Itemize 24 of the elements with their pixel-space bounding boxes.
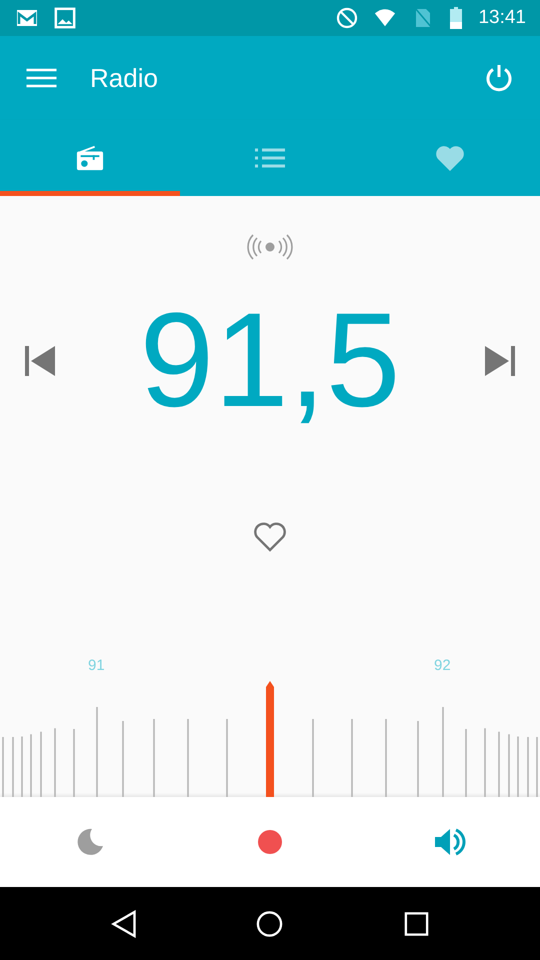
mail-icon <box>16 7 38 29</box>
back-icon[interactable] <box>110 910 137 938</box>
tuning-needle[interactable] <box>266 681 274 797</box>
scale-label: 92 <box>434 657 451 674</box>
skip-next-icon[interactable] <box>484 345 516 377</box>
skip-previous-icon[interactable] <box>24 345 56 377</box>
battery-icon <box>450 7 462 29</box>
wifi-icon <box>374 7 396 29</box>
app-title: Radio <box>90 62 158 94</box>
menu-icon[interactable] <box>26 68 57 88</box>
scale-label: 91 <box>88 657 105 674</box>
volume-icon[interactable] <box>434 826 466 858</box>
frequency-display: 91,5 <box>140 294 400 428</box>
heart-icon <box>435 144 465 172</box>
image-icon <box>54 7 76 29</box>
home-icon[interactable] <box>256 910 284 938</box>
tuning-scale-drawing[interactable] <box>2 707 538 797</box>
recents-icon[interactable] <box>403 910 430 938</box>
record-icon[interactable] <box>258 830 282 854</box>
status-time: 13:41 <box>478 7 526 29</box>
favorite-icon[interactable] <box>254 522 286 552</box>
power-icon[interactable] <box>484 63 514 93</box>
do-not-disturb-icon <box>336 7 358 29</box>
radio-icon <box>75 144 105 172</box>
